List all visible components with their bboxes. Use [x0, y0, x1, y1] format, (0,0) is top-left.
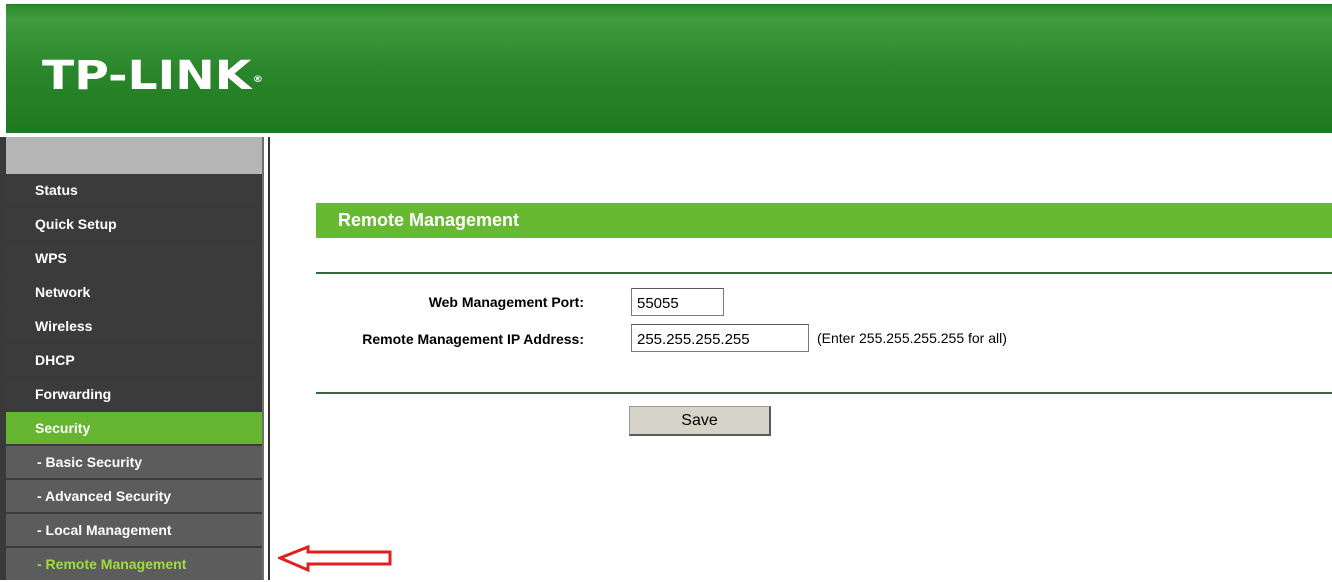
save-button[interactable]: Save: [629, 406, 771, 436]
header-banner: TP-LINK®: [0, 0, 1332, 133]
sidebar-item-quick-setup[interactable]: Quick Setup: [6, 208, 262, 240]
header-top-border: [0, 0, 1332, 4]
sidebar-frame-divider[interactable]: [262, 137, 270, 580]
logo-registered-mark: ®: [252, 75, 264, 85]
arrow-left-icon: [278, 544, 392, 573]
sidebar-item-advanced-security[interactable]: - Advanced Security: [6, 480, 262, 512]
top-divider: [316, 272, 1332, 274]
sidebar-top-bar: [6, 137, 262, 174]
sidebar-item-basic-security[interactable]: - Basic Security: [6, 446, 262, 478]
sidebar-item-status[interactable]: Status: [6, 174, 262, 206]
sidebar-item-local-management[interactable]: - Local Management: [6, 514, 262, 546]
sidebar-item-dhcp[interactable]: DHCP: [6, 344, 262, 376]
sidebar-menu: Status Quick Setup WPS Network Wireless …: [6, 174, 262, 582]
header-left-border: [0, 4, 6, 133]
sidebar-item-forwarding[interactable]: Forwarding: [6, 378, 262, 410]
remote-management-ip-input[interactable]: [631, 324, 809, 352]
web-management-port-input[interactable]: [631, 288, 724, 316]
logo-text: TP-LINK: [42, 53, 252, 99]
sidebar-item-network[interactable]: Network: [6, 276, 262, 308]
tp-link-logo: TP-LINK®: [42, 53, 264, 99]
bottom-divider: [316, 392, 1332, 394]
remote-management-ip-label: Remote Management IP Address:: [362, 331, 584, 347]
sidebar-item-security[interactable]: Security: [6, 412, 262, 444]
page-title: Remote Management: [316, 203, 1332, 238]
sidebar-item-wps[interactable]: WPS: [6, 242, 262, 274]
sidebar-item-wireless[interactable]: Wireless: [6, 310, 262, 342]
ip-address-hint: (Enter 255.255.255.255 for all): [817, 330, 1007, 346]
web-management-port-label: Web Management Port:: [428, 294, 584, 310]
sidebar-item-remote-management[interactable]: - Remote Management: [6, 548, 262, 580]
